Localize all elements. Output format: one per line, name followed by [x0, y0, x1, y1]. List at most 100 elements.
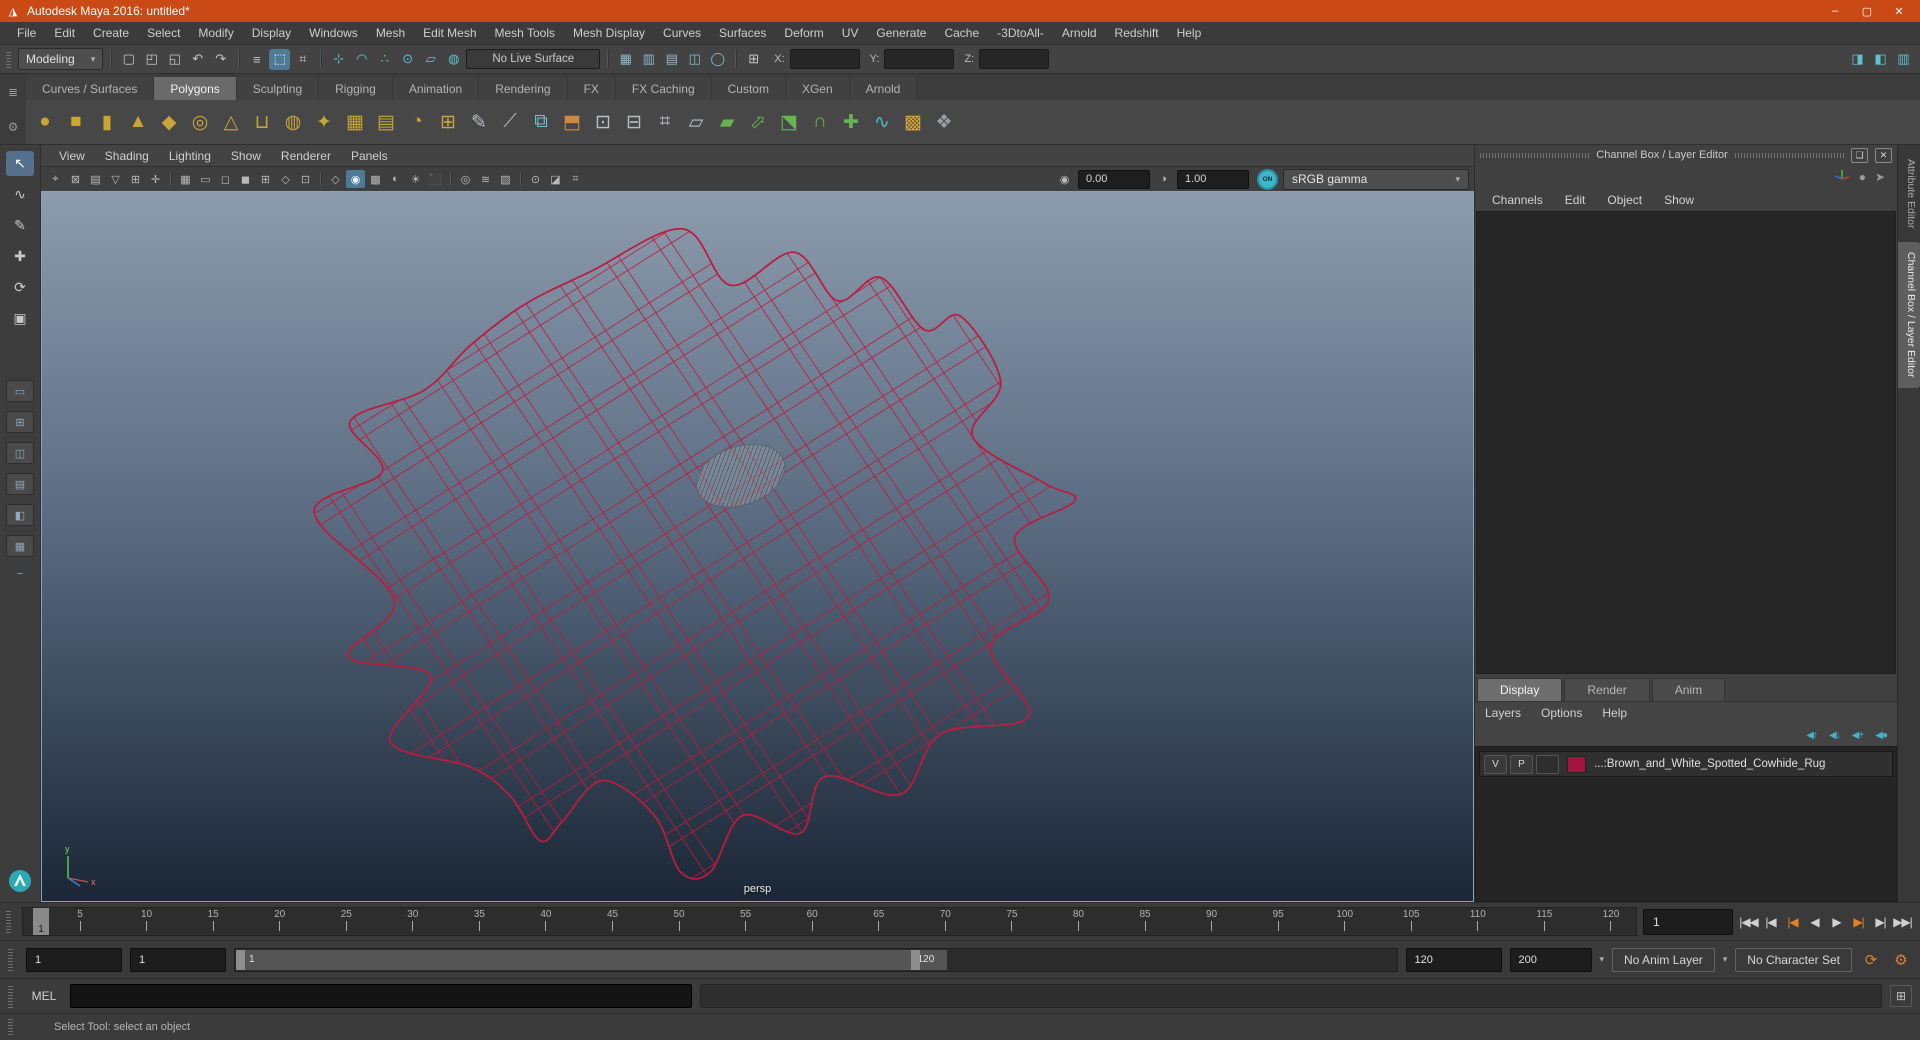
drag-handle[interactable]: [1734, 152, 1844, 158]
playback-end-field[interactable]: 120: [1405, 947, 1502, 972]
popout-panel-icon[interactable]: ❏: [1851, 147, 1868, 163]
script-editor-icon[interactable]: ⊞: [1890, 985, 1912, 1007]
undo-icon[interactable]: ↶: [187, 49, 208, 70]
panel-menu-item[interactable]: Panels: [341, 149, 398, 163]
camera-attributes-icon[interactable]: ▤: [86, 170, 105, 188]
shelf-tab[interactable]: Arnold: [849, 77, 918, 100]
channel-box-menu-item[interactable]: Channels: [1481, 193, 1554, 207]
bridge-icon[interactable]: ∩: [805, 106, 835, 138]
subdiv-cube-icon[interactable]: ▦: [340, 106, 370, 138]
perspective-viewport[interactable]: y x persp: [41, 191, 1474, 902]
curve-tool-icon[interactable]: ∿: [867, 106, 897, 138]
boolean-cube-icon[interactable]: ⬒: [557, 106, 587, 138]
separator[interactable]: [320, 172, 321, 186]
animation-start-field[interactable]: 1: [26, 947, 122, 972]
new-layer-from-selected-icon[interactable]: ◀+: [1852, 730, 1864, 741]
layout-four-view[interactable]: ⊞: [6, 411, 34, 433]
ssao-icon[interactable]: ◎: [456, 170, 475, 188]
range-end-handle[interactable]: [911, 949, 921, 970]
paint-select-tool[interactable]: ✎: [6, 213, 34, 238]
shelf-gear-icon[interactable]: ⚙: [8, 120, 19, 134]
step-back-frame-button[interactable]: |◀: [1761, 911, 1780, 933]
close-button[interactable]: ✕: [1884, 2, 1914, 20]
corner-pin-icon[interactable]: ⌗: [650, 106, 680, 138]
layout-two-stacked[interactable]: ▤: [6, 473, 34, 495]
mirror-icon[interactable]: ▱: [681, 106, 711, 138]
channel-box-menu-item[interactable]: Edit: [1554, 193, 1597, 207]
layer-name[interactable]: ...:Brown_and_White_Spotted_Cowhide_Rug: [1594, 758, 1825, 770]
node-network-icon[interactable]: ❖: [929, 106, 959, 138]
layer-display-type-toggle[interactable]: [1536, 754, 1559, 774]
new-empty-layer-icon[interactable]: ◀●: [1875, 730, 1888, 741]
rotate-tool[interactable]: ⟳: [6, 275, 34, 300]
poly-sphere-icon[interactable]: ●: [30, 106, 60, 138]
layer-editor-tab[interactable]: Render: [1564, 678, 1650, 701]
menu-item[interactable]: Generate: [867, 26, 935, 40]
lighting-icon[interactable]: ☀: [406, 170, 425, 188]
separator[interactable]: [450, 172, 451, 186]
multisample-icon[interactable]: ▨: [496, 170, 515, 188]
menu-item[interactable]: Deform: [775, 26, 832, 40]
poly-cube-icon[interactable]: ■: [61, 106, 91, 138]
range-grip[interactable]: [8, 948, 13, 971]
channel-list-area[interactable]: [1476, 211, 1896, 674]
panel-menu-item[interactable]: Shading: [95, 149, 159, 163]
timeline-grip[interactable]: [6, 910, 11, 933]
scale-tool[interactable]: ▣: [6, 306, 34, 331]
slice-tool-icon[interactable]: ⧉: [526, 106, 556, 138]
layout-two-side[interactable]: ◫: [6, 442, 34, 464]
safe-action-icon[interactable]: ◇: [276, 170, 295, 188]
multi-cut-icon[interactable]: ✚: [836, 106, 866, 138]
lock-camera-icon[interactable]: ⊠: [66, 170, 85, 188]
frame-a-icon[interactable]: ⊡: [588, 106, 618, 138]
open-scene-icon[interactable]: ◰: [141, 49, 162, 70]
menu-item[interactable]: Mesh Display: [564, 26, 654, 40]
current-frame-marker[interactable]: 1: [33, 908, 49, 935]
z-coord-input[interactable]: [979, 49, 1050, 69]
poly-prism-icon[interactable]: △: [216, 106, 246, 138]
move-layer-up-icon[interactable]: ◀↑: [1806, 730, 1818, 741]
knife-tool-icon[interactable]: ⟋: [495, 106, 525, 138]
live-surface-field[interactable]: No Live Surface: [466, 49, 601, 69]
maximize-button[interactable]: ▢: [1852, 2, 1882, 20]
shelf-tab[interactable]: FX Caching: [615, 77, 712, 100]
layer-menu-item[interactable]: Layers: [1475, 706, 1531, 720]
menu-item[interactable]: Create: [84, 26, 138, 40]
chevron-down-icon[interactable]: ▾: [1600, 954, 1605, 965]
exposure-input[interactable]: 0.00: [1078, 169, 1150, 189]
gamma-enable-toggle[interactable]: ON: [1257, 168, 1278, 190]
channel-box-menu-item[interactable]: Object: [1596, 193, 1653, 207]
character-set-select[interactable]: No Character Set: [1735, 947, 1852, 972]
separator[interactable]: [520, 172, 521, 186]
layer-editor-tab[interactable]: Display: [1477, 678, 1563, 701]
shelf-tab[interactable]: XGen: [785, 77, 850, 100]
shadows-icon[interactable]: ⬛: [426, 170, 445, 188]
snap-to-curve-icon[interactable]: ◠: [351, 49, 372, 70]
minimize-button[interactable]: –: [1820, 2, 1850, 20]
two-d-pan-zoom-icon[interactable]: ✛: [146, 170, 165, 188]
panel-menu-item[interactable]: Show: [221, 149, 271, 163]
layout-three-split[interactable]: ◧: [6, 504, 34, 526]
make-live-icon[interactable]: ◍: [443, 49, 464, 70]
joints-xray-icon[interactable]: ⌗: [566, 170, 585, 188]
step-forward-key-button[interactable]: ▶|: [1849, 911, 1868, 933]
poly-cone-icon[interactable]: ▲: [123, 106, 153, 138]
menu-item[interactable]: Windows: [300, 26, 367, 40]
contrast-icon[interactable]: ◑: [1154, 170, 1173, 188]
playback-start-field[interactable]: 1: [130, 947, 226, 972]
axis-grid-icon[interactable]: ⊞: [743, 49, 764, 70]
layout-single-pane[interactable]: ▭: [6, 380, 34, 402]
shelf-tab[interactable]: Polygons: [154, 77, 237, 100]
auto-keyframe-toggle[interactable]: ⟳: [1860, 951, 1882, 969]
drag-handle[interactable]: [1480, 152, 1590, 158]
redo-icon[interactable]: ↷: [210, 49, 231, 70]
channel-box-menu-item[interactable]: Show: [1653, 193, 1705, 207]
poly-torus-icon[interactable]: ◎: [185, 106, 215, 138]
menu-item[interactable]: Modify: [189, 26, 242, 40]
menu-item[interactable]: Mesh: [367, 26, 414, 40]
mel-command-input[interactable]: [70, 984, 692, 1008]
pencil-curve-icon[interactable]: ✎: [464, 106, 494, 138]
manipulator-icon[interactable]: ➤: [1875, 170, 1885, 184]
shelf-tab[interactable]: Rigging: [319, 77, 393, 100]
y-coord-input[interactable]: [884, 49, 955, 69]
